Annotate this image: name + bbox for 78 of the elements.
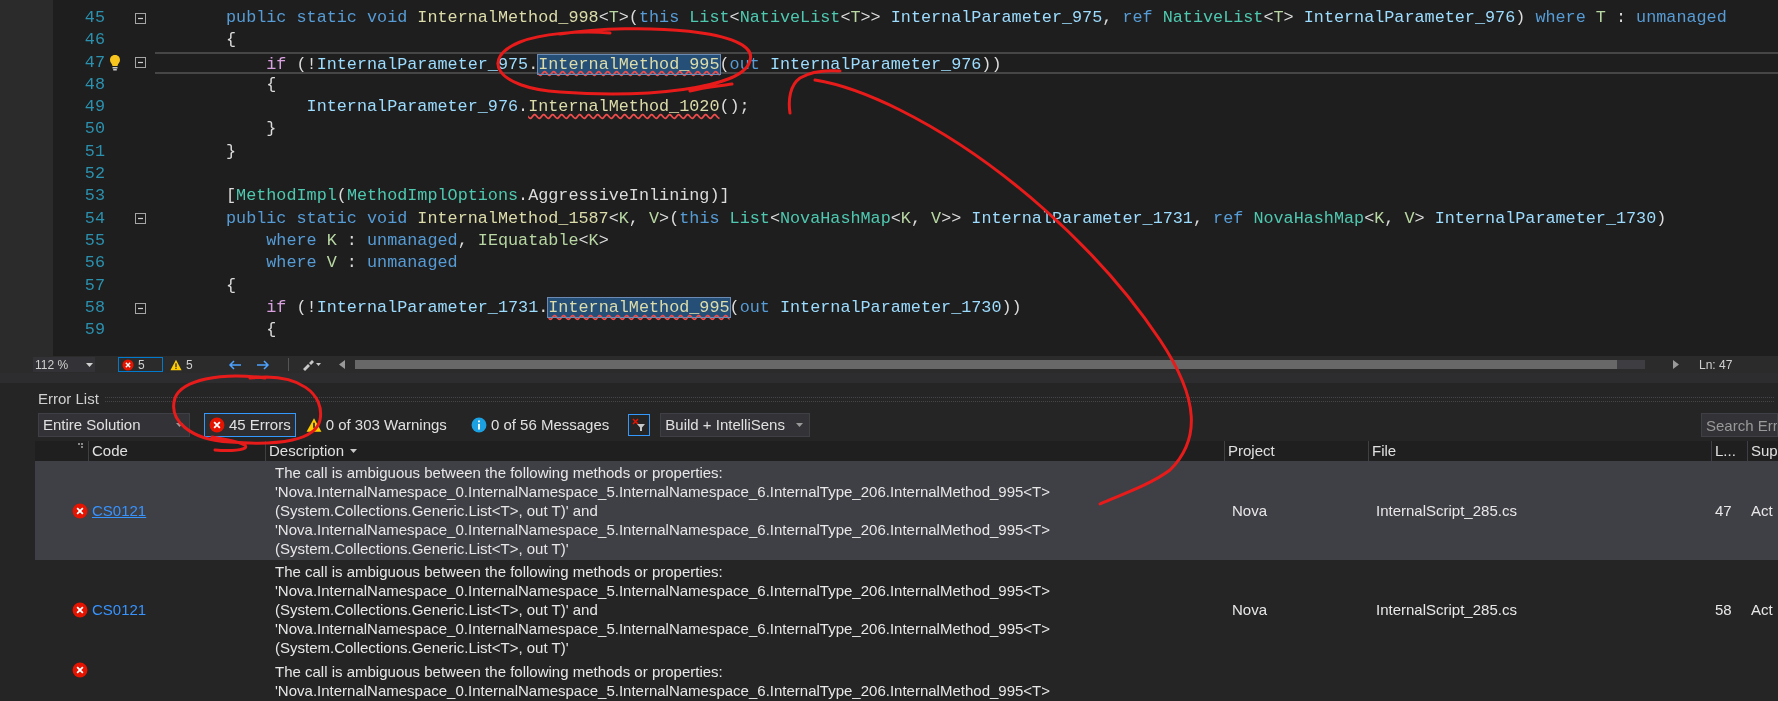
line-number: 53 xyxy=(83,185,105,208)
warning-icon xyxy=(170,358,182,371)
code-line: where V : unmanaged xyxy=(265,253,458,273)
file-name: InternalScript_285.cs xyxy=(1376,601,1517,618)
warning-count-button[interactable]: 5 xyxy=(170,357,200,372)
sort-caret-icon xyxy=(350,449,358,453)
caret-icon xyxy=(796,423,804,427)
error-description: The call is ambiguous between the following methods or properties: 'Nova.InternalNamespace_0.InternalNamespace_5.InternalNamespace_6.InternalType_206.InternalMethod_995<T> xyxy=(275,662,1052,700)
line-number: 58 xyxy=(83,296,105,319)
code-line: } xyxy=(226,141,237,161)
search-field[interactable]: Search Err xyxy=(1701,413,1778,437)
line-number: 56 xyxy=(83,252,105,275)
warning-icon xyxy=(305,417,322,433)
column-header[interactable]: Code xyxy=(92,441,128,461)
error-code-link[interactable]: CS0121 xyxy=(92,601,147,618)
column-grip-icon xyxy=(78,443,84,449)
file-name: InternalScript_285.cs xyxy=(1376,502,1517,519)
code-line: InternalParameter_976.InternalMethod_1020(); xyxy=(305,97,750,117)
line-number: 52 xyxy=(83,163,105,186)
line-number: 49 xyxy=(83,96,105,119)
line-number: 51 xyxy=(83,140,105,163)
brush-icon[interactable] xyxy=(301,358,321,371)
code-line: { xyxy=(226,275,237,295)
code-line: if (!InternalParameter_1731.InternalMethod_995(out InternalParameter_1730)) xyxy=(265,297,1022,317)
error-icon xyxy=(122,358,134,371)
error-icon xyxy=(72,601,88,618)
column-header[interactable]: Sup xyxy=(1751,441,1778,461)
scroll-right-icon xyxy=(1673,360,1679,369)
line-number: 48 xyxy=(83,73,105,96)
selected-row-background[interactable] xyxy=(35,461,1778,560)
error-icon xyxy=(72,502,88,519)
column-header[interactable]: File xyxy=(1372,441,1397,461)
line-number: 55 xyxy=(83,229,105,252)
error-description: The call is ambiguous between the following methods or properties: 'Nova.InternalNamespace_0.InternalNamespace_5.InternalNamespace_6.InternalType_206.InternalMethod_995<T> (System.Collections.Generic.List<T>, out T)' and 'Nova.InternalNamespace_0.InternalNamespace_5.InternalNamespace_6.InternalType_206.InternalMethod_995<T> (System.Collections.Generic.List<T>, out T)' xyxy=(275,463,1052,558)
scrollbar-thumb[interactable] xyxy=(355,360,1617,369)
caret-icon xyxy=(86,362,93,367)
code-line: { xyxy=(265,320,277,340)
line-number: 45 xyxy=(83,7,105,29)
messages-filter-button[interactable]: 0 of 56 Messages xyxy=(465,413,615,437)
column-header[interactable]: Description xyxy=(269,441,345,461)
filter-icon xyxy=(632,418,647,432)
line-number: 50 xyxy=(83,118,105,141)
code-line: { xyxy=(226,30,237,50)
line-number: 59 xyxy=(83,319,105,342)
line-number: 47 xyxy=(1715,502,1732,519)
scope-dropdown[interactable]: Entire Solution xyxy=(38,413,190,437)
project-name: Nova xyxy=(1232,502,1268,519)
code-line: { xyxy=(265,74,277,94)
line-number: 47 xyxy=(83,51,105,74)
line-position: Ln: 47 xyxy=(1699,356,1733,374)
warnings-filter-button[interactable]: 0 of 303 Warnings xyxy=(300,413,452,437)
column-header[interactable]: Project xyxy=(1228,441,1275,461)
code-line: } xyxy=(265,119,277,139)
zoom-dropdown[interactable]: 112 % xyxy=(33,357,95,372)
error-icon xyxy=(209,417,225,433)
error-icon xyxy=(72,662,88,678)
suppression-state: Act xyxy=(1751,502,1773,519)
suppression-state: Act xyxy=(1751,601,1773,618)
project-name: Nova xyxy=(1232,601,1268,618)
forward-arrow-icon[interactable] xyxy=(256,359,270,370)
line-number: 58 xyxy=(1715,601,1732,618)
errors-filter-button[interactable]: 45 Errors xyxy=(204,413,296,437)
line-number: 54 xyxy=(83,207,105,230)
code-line: where K : unmanaged, IEquatable<K> xyxy=(265,230,609,250)
panel-title: Error List xyxy=(38,389,99,408)
line-number: 57 xyxy=(83,274,105,297)
code-line: [MethodImpl(MethodImplOptions.AggressiveInlining)] xyxy=(226,186,730,206)
line-number: 46 xyxy=(83,29,105,52)
error-count-button[interactable]: 5 xyxy=(118,357,163,372)
caret-icon xyxy=(176,423,183,427)
info-icon xyxy=(470,417,487,433)
source-dropdown[interactable]: Build + IntelliSens xyxy=(660,413,811,437)
filter-toggle[interactable] xyxy=(628,414,651,436)
column-header[interactable]: L... xyxy=(1715,441,1736,461)
back-arrow-icon[interactable] xyxy=(228,359,242,370)
code-line: public static void InternalMethod_998<T>(this List<NativeList<T>> InternalParameter_975, ref NativeList<T> InternalParameter_976) where T : unmanaged xyxy=(226,8,1727,27)
error-description: The call is ambiguous between the following methods or properties: 'Nova.InternalNamespace_0.InternalNamespace_5.InternalNamespace_6.InternalType_206.InternalMethod_995<T> (System.Collections.Generic.List<T>, out T)' and 'Nova.InternalNamespace_0.InternalNamespace_5.InternalNamespace_6.InternalType_206.InternalMethod_995<T> (System.Collections.Generic.List<T>, out T)' xyxy=(275,562,1052,657)
scroll-left-icon xyxy=(339,360,345,369)
